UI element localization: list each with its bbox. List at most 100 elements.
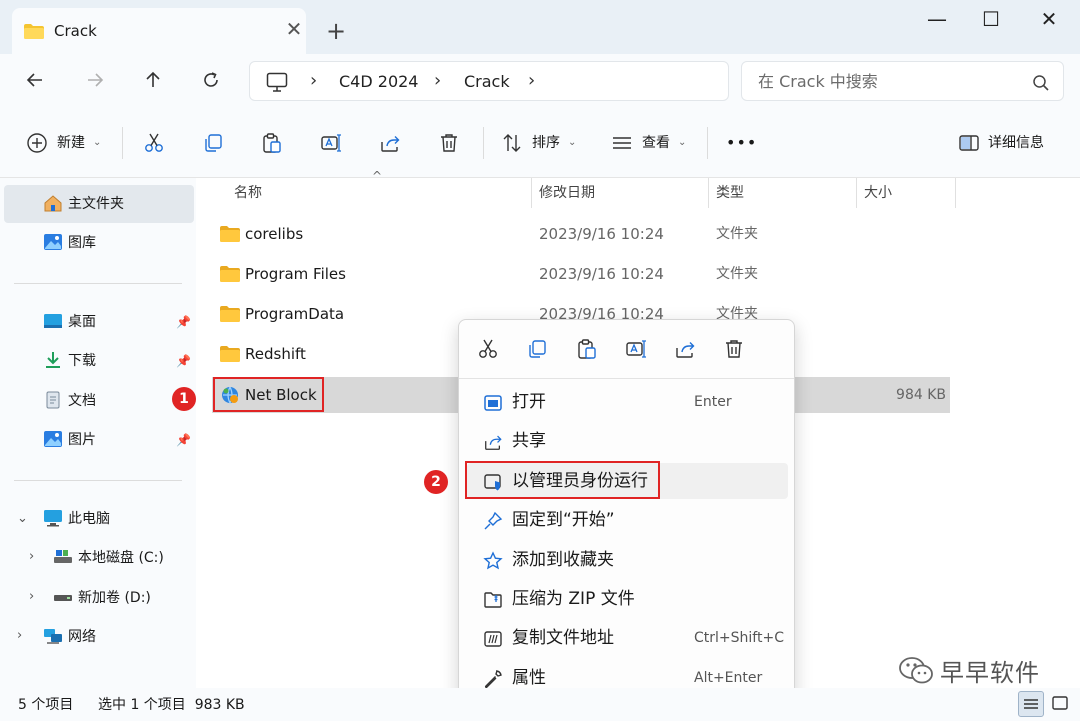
tiles-view-button[interactable] bbox=[1048, 691, 1074, 717]
delete-button[interactable] bbox=[437, 131, 461, 155]
search-placeholder: 在 Crack 中搜索 bbox=[758, 72, 878, 91]
pin-icon[interactable]: 📌 bbox=[176, 353, 191, 369]
copy-button[interactable] bbox=[201, 131, 225, 155]
sidebar-item-desktop[interactable]: 桌面 📌 bbox=[4, 303, 194, 341]
folder-icon bbox=[220, 226, 240, 242]
breadcrumb-c4d-2024[interactable]: C4D 2024 bbox=[339, 70, 418, 94]
column-header-size[interactable]: 大小 bbox=[864, 184, 892, 202]
sidebar-item-new-volume[interactable]: › 新加卷 (D:) bbox=[4, 579, 194, 617]
tab-close-button[interactable]: ✕ bbox=[282, 18, 306, 40]
home-icon bbox=[43, 194, 63, 212]
sidebar-item-this-pc[interactable]: ⌄ 此电脑 bbox=[4, 500, 194, 538]
menu-item-copy-path[interactable]: 复制文件地址 Ctrl+Shift+C bbox=[467, 620, 788, 656]
sidebar-label: 主文件夹 bbox=[68, 196, 124, 212]
sidebar-label: 新加卷 (D:) bbox=[78, 590, 151, 606]
column-divider[interactable] bbox=[531, 178, 532, 208]
menu-shortcut: Alt+Enter bbox=[694, 670, 763, 686]
menu-item-pin-to-start[interactable]: 固定到“开始” bbox=[467, 502, 788, 538]
sort-button[interactable] bbox=[500, 131, 524, 155]
chevron-right-icon[interactable]: › bbox=[29, 589, 34, 605]
open-window-icon bbox=[482, 392, 504, 414]
folder-icon bbox=[24, 24, 44, 39]
clipboard-icon bbox=[263, 133, 281, 153]
new-tab-button[interactable]: + bbox=[326, 18, 346, 44]
more-options-button[interactable]: ••• bbox=[726, 132, 757, 154]
details-view-button[interactable] bbox=[1018, 691, 1044, 717]
sidebar-item-downloads[interactable]: 下载 📌 bbox=[4, 342, 194, 380]
view-button[interactable] bbox=[610, 131, 634, 155]
maximize-button[interactable]: ☐ bbox=[968, 4, 1014, 34]
column-header-type[interactable]: 类型 bbox=[716, 184, 744, 202]
toolbar-divider bbox=[707, 127, 708, 159]
details-pane-button[interactable] bbox=[957, 131, 981, 155]
highlight-box bbox=[213, 377, 324, 412]
paste-button[interactable] bbox=[260, 131, 284, 155]
sidebar-item-pictures[interactable]: 图片 📌 bbox=[4, 421, 194, 459]
menu-item-add-to-favorites[interactable]: 添加到收藏夹 bbox=[467, 542, 788, 578]
refresh-button[interactable] bbox=[196, 65, 226, 95]
menu-item-label: 打开 bbox=[512, 392, 546, 412]
sidebar-item-local-disk[interactable]: › 本地磁盘 (C:) bbox=[4, 539, 194, 577]
minimize-button[interactable]: — bbox=[914, 4, 960, 34]
cut-button[interactable] bbox=[142, 131, 166, 155]
breadcrumb-crack[interactable]: Crack bbox=[464, 70, 510, 94]
column-divider[interactable] bbox=[708, 178, 709, 208]
pin-icon[interactable]: 📌 bbox=[176, 432, 191, 448]
details-label[interactable]: 详细信息 bbox=[988, 132, 1044, 154]
sidebar-item-network[interactable]: › 网络 bbox=[4, 618, 194, 656]
sidebar-item-gallery[interactable]: 图库 bbox=[4, 224, 194, 262]
file-row[interactable]: corelibs 2023/9/16 10:24 文件夹 bbox=[212, 216, 950, 252]
cut-button[interactable] bbox=[476, 337, 500, 361]
zip-folder-icon bbox=[482, 589, 504, 611]
chevron-right-icon[interactable]: › bbox=[17, 628, 22, 644]
menu-item-compress-zip[interactable]: 压缩为 ZIP 文件 bbox=[467, 581, 788, 617]
menu-item-open[interactable]: 打开 Enter bbox=[467, 384, 788, 420]
pin-icon[interactable]: 📌 bbox=[176, 314, 191, 330]
rename-button[interactable] bbox=[624, 337, 648, 361]
paste-button[interactable] bbox=[575, 337, 599, 361]
share-button[interactable] bbox=[673, 337, 697, 361]
address-bar[interactable]: › C4D 2024 › Crack › bbox=[249, 61, 729, 101]
network-icon bbox=[43, 627, 63, 645]
view-label[interactable]: 查看 bbox=[642, 132, 670, 154]
arrow-left-icon bbox=[26, 73, 42, 87]
up-button[interactable] bbox=[138, 65, 168, 95]
toolbar-divider bbox=[483, 127, 484, 159]
breadcrumb-expand[interactable]: › bbox=[528, 69, 535, 93]
search-input[interactable]: 在 Crack 中搜索 bbox=[741, 61, 1064, 101]
sort-label[interactable]: 排序 bbox=[532, 132, 560, 154]
menu-shortcut: Ctrl+Shift+C bbox=[694, 630, 784, 646]
back-button[interactable] bbox=[20, 65, 50, 95]
column-divider[interactable] bbox=[955, 178, 956, 208]
forward-button[interactable] bbox=[80, 65, 110, 95]
new-button[interactable] bbox=[25, 131, 49, 155]
step-badge-1: 1 bbox=[172, 387, 196, 411]
share-button[interactable] bbox=[378, 131, 402, 155]
folder-icon bbox=[220, 306, 240, 322]
copy-button[interactable] bbox=[525, 337, 549, 361]
breadcrumb-separator: › bbox=[434, 70, 442, 91]
column-header-modified[interactable]: 修改日期 bbox=[539, 184, 595, 202]
column-header-name[interactable]: 名称 bbox=[234, 184, 262, 202]
tab-crack[interactable]: Crack ✕ bbox=[12, 8, 306, 54]
column-divider[interactable] bbox=[856, 178, 857, 208]
sidebar-divider bbox=[14, 480, 182, 481]
sidebar-item-home[interactable]: 主文件夹 bbox=[4, 185, 194, 223]
sidebar-label: 网络 bbox=[68, 629, 96, 645]
chevron-right-icon[interactable]: › bbox=[29, 549, 34, 565]
rename-button[interactable] bbox=[319, 131, 343, 155]
status-bar: 5 个项目 选中 1 个项目 983 KB bbox=[0, 688, 1080, 721]
sidebar-item-documents[interactable]: 文档 bbox=[4, 382, 194, 420]
sidebar-label: 下载 bbox=[68, 353, 96, 369]
delete-button[interactable] bbox=[722, 337, 746, 361]
document-icon bbox=[43, 391, 63, 409]
new-label[interactable]: 新建 bbox=[57, 132, 85, 154]
file-row[interactable]: Program Files 2023/9/16 10:24 文件夹 bbox=[212, 256, 950, 292]
chevron-down-icon[interactable]: ⌄ bbox=[17, 511, 28, 527]
menu-item-share[interactable]: 共享 bbox=[467, 423, 788, 459]
view-list-icon bbox=[613, 137, 631, 149]
close-window-button[interactable]: ✕ bbox=[1026, 4, 1072, 34]
menu-item-label: 添加到收藏夹 bbox=[512, 550, 614, 570]
search-icon bbox=[1033, 75, 1049, 91]
sort-icon bbox=[503, 134, 521, 152]
